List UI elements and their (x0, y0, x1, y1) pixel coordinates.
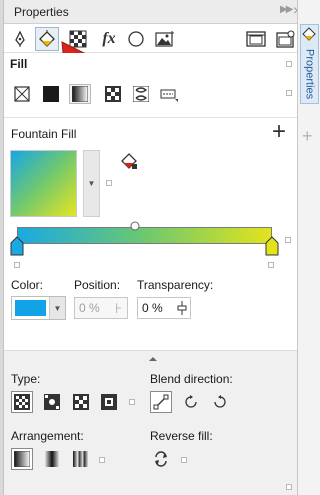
start-color-node-icon[interactable] (10, 236, 24, 256)
texture-fill-button[interactable] (158, 84, 180, 104)
diagonal-line-icon (153, 394, 169, 410)
slider-icon[interactable] (176, 300, 188, 316)
uniform-fill-icon (43, 86, 59, 102)
fill-section-label: Fill (10, 57, 28, 71)
position-label: Position: (74, 278, 121, 292)
elliptical-fill-button[interactable] (41, 391, 63, 413)
docker-tab-label: Properties (303, 48, 316, 100)
blend-linear-button[interactable] (150, 391, 172, 413)
option-marker (106, 180, 112, 186)
tab-bitmap[interactable] (153, 27, 177, 51)
color-label: Color: (11, 278, 44, 292)
midpoint-slider-icon[interactable] (130, 221, 140, 231)
conical-pattern-icon (73, 394, 89, 410)
fountain-fill-button[interactable] (69, 84, 91, 104)
arrangement-default-button[interactable] (11, 448, 33, 470)
frame-icon (246, 31, 266, 47)
collapse-triangle-icon[interactable] (148, 356, 158, 362)
conical-fill-button[interactable] (70, 391, 92, 413)
gradient-mirror-icon (44, 451, 60, 467)
option-marker (99, 457, 105, 463)
gradient-default-icon (14, 451, 30, 467)
option-marker (181, 457, 187, 463)
rectangular-pattern-icon (101, 394, 117, 410)
fill-bucket-icon (302, 27, 316, 41)
option-marker (268, 262, 274, 268)
rotate-counterclockwise-icon (214, 395, 226, 408)
no-fill-button[interactable] (11, 84, 33, 104)
add-plus-icon[interactable]: + (272, 118, 286, 146)
rectangular-fill-button[interactable] (98, 391, 120, 413)
bitmap-pattern-icon (133, 86, 149, 102)
texture-fill-icon (160, 89, 178, 102)
linear-fill-button[interactable] (11, 391, 33, 413)
reverse-fill-button[interactable] (150, 448, 172, 470)
tab-outline[interactable] (8, 27, 32, 51)
arrangement-repeat-button[interactable] (70, 448, 92, 470)
option-marker (286, 90, 292, 96)
chevron-down-icon: ▼ (49, 297, 65, 319)
option-marker (285, 237, 291, 243)
blend-counterclockwise-button[interactable] (209, 391, 231, 413)
edit-fill-button[interactable] (118, 150, 140, 172)
chevron-down-icon: ▼ (87, 179, 96, 188)
option-marker (129, 399, 135, 405)
slider-icon: ⊦ (115, 300, 123, 316)
collapse-arrows-icon[interactable]: ▶▶ (280, 4, 293, 15)
option-marker (286, 484, 292, 490)
position-field[interactable]: 0 % ⊦ (74, 297, 128, 319)
panel-title: Properties (14, 5, 69, 19)
section-divider (4, 117, 297, 118)
bitmap-pattern-button[interactable] (130, 84, 152, 104)
blend-direction-label: Blend direction: (150, 372, 233, 386)
gradient-bar[interactable] (17, 227, 272, 244)
image-icon (155, 31, 174, 47)
fountain-fill-icon (72, 86, 88, 102)
tab-frame[interactable] (244, 27, 268, 51)
uniform-fill-button[interactable] (40, 84, 62, 104)
gradient-repeat-icon (73, 451, 89, 467)
transparency-label: Transparency: (137, 278, 214, 292)
fill-picker-dropdown[interactable]: ▼ (83, 150, 100, 217)
type-label: Type: (11, 372, 41, 386)
frame-settings-icon (276, 30, 295, 48)
vector-pattern-icon (105, 86, 121, 102)
fill-bucket-icon (121, 153, 137, 169)
end-color-node-icon[interactable] (265, 236, 279, 256)
fountain-fill-label: Fountain Fill (11, 127, 77, 141)
panel-titlebar: Properties ▶▶ × (4, 0, 301, 24)
color-swatch (15, 300, 46, 316)
pen-nib-icon (15, 30, 25, 47)
arrangement-mirror-button[interactable] (41, 448, 63, 470)
reverse-fill-label: Reverse fill: (150, 429, 213, 443)
reverse-arrows-icon (155, 451, 167, 467)
no-fill-icon (14, 86, 30, 102)
position-value: 0 % (79, 301, 100, 315)
option-marker (14, 262, 20, 268)
vector-pattern-button[interactable] (102, 84, 124, 104)
transparency-value: 0 % (142, 301, 163, 315)
fountain-fill-preview[interactable] (10, 150, 77, 217)
elliptical-pattern-icon (44, 394, 60, 410)
option-marker (286, 61, 292, 67)
transparency-field[interactable]: 0 % (137, 297, 191, 319)
tab-frame-options[interactable] (274, 27, 298, 51)
rotate-clockwise-icon (185, 395, 197, 408)
blend-clockwise-button[interactable] (180, 391, 202, 413)
arrangement-label: Arrangement: (11, 429, 84, 443)
color-picker[interactable]: ▼ (11, 296, 66, 320)
linear-pattern-icon (14, 394, 30, 410)
add-docker-icon[interactable]: + (302, 126, 313, 147)
